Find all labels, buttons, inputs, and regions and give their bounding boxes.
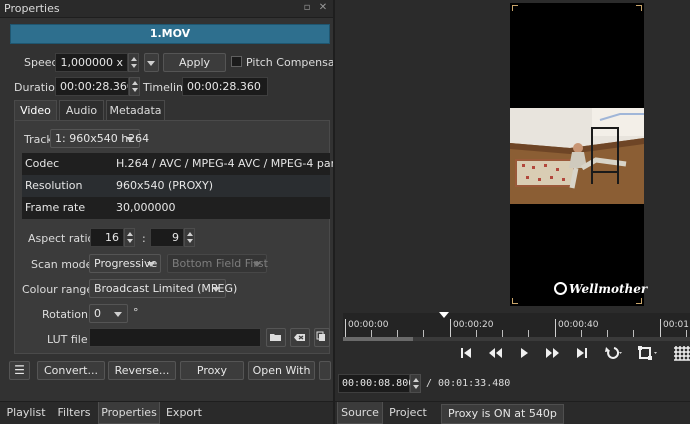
- info-key: Frame rate: [25, 201, 86, 214]
- scrollbar-thumb[interactable]: [343, 337, 413, 341]
- aspect-ratio-label: Aspect ratio: [28, 232, 95, 245]
- rotation-label: Rotation: [42, 308, 89, 321]
- rotation-value: 0: [94, 307, 101, 320]
- track-value: 1: 960x540 h264: [55, 132, 150, 145]
- position-spinner[interactable]: [410, 374, 421, 393]
- rewind-icon[interactable]: [485, 344, 505, 362]
- apply-button[interactable]: Apply: [163, 53, 226, 72]
- more-actions-button[interactable]: [319, 361, 331, 380]
- tab-playlist[interactable]: Playlist: [3, 402, 49, 424]
- copy-icon[interactable]: [314, 328, 330, 347]
- panel-title: Properties: [4, 2, 60, 15]
- info-value: 30,000000: [116, 201, 176, 214]
- lut-file-label: LUT file: [47, 333, 88, 346]
- pitch-compensation-checkbox[interactable]: [231, 56, 242, 67]
- aspect-height-input[interactable]: 9: [150, 228, 184, 247]
- track-label: Track: [24, 133, 53, 146]
- tab-properties[interactable]: Properties: [98, 402, 160, 424]
- speed-input[interactable]: 1,000000 x: [55, 53, 128, 72]
- tab-filters[interactable]: Filters: [52, 402, 96, 424]
- skip-previous-icon[interactable]: [456, 344, 476, 362]
- aspect-separator: :: [142, 232, 146, 245]
- tab-video[interactable]: Video: [14, 100, 57, 121]
- info-key: Codec: [25, 157, 60, 170]
- properties-panel: Properties ▫ ✕ 1.MOV Speed 1,000000 x Ap…: [0, 0, 357, 424]
- convert-button[interactable]: Convert...: [37, 361, 105, 380]
- fast-forward-icon[interactable]: [543, 344, 563, 362]
- properties-titlebar: Properties ▫ ✕: [0, 0, 333, 18]
- timeline-label: 00:00:40: [558, 320, 599, 330]
- total-duration-label: / 00:01:33.480: [426, 378, 511, 389]
- rotation-unit: °: [133, 306, 139, 319]
- info-value: 960x540 (PROXY): [116, 179, 214, 192]
- tab-project[interactable]: Project: [385, 402, 431, 424]
- media-info-table: Codec H.264 / AVC / MPEG-4 AVC / MPEG-4 p…: [22, 153, 357, 219]
- aspect-width-spinner[interactable]: [124, 228, 135, 247]
- tab-source[interactable]: Source: [337, 402, 383, 424]
- rotation-dropdown[interactable]: 0: [89, 304, 128, 323]
- left-dock-tabs: Playlist Filters Properties Export: [0, 401, 333, 424]
- menu-icon[interactable]: ☰: [9, 361, 30, 380]
- duration-spinner[interactable]: [129, 77, 140, 96]
- clip-name-bar: 1.MOV: [10, 24, 330, 44]
- info-key: Resolution: [25, 179, 83, 192]
- tab-metadata[interactable]: Metadata: [106, 100, 165, 121]
- colour-range-dropdown[interactable]: Broadcast Limited (MPEG): [89, 279, 237, 298]
- aspect-height-spinner[interactable]: [184, 228, 195, 247]
- table-row: Resolution 960x540 (PROXY): [22, 175, 330, 197]
- track-dropdown[interactable]: 1: 960x540 h264: [50, 129, 149, 148]
- video-preview: Wellmother: [510, 3, 647, 306]
- video-frame-image: [510, 108, 644, 204]
- duration-input[interactable]: 00:00:28.360: [55, 77, 129, 96]
- watermark-text: Wellmother: [569, 282, 648, 296]
- info-value: H.264 / AVC / MPEG-4 AVC / MPEG-4 part 1…: [116, 157, 357, 170]
- aspect-width-input[interactable]: 16: [90, 228, 124, 247]
- timeline-label: 00:00:00: [348, 320, 389, 330]
- play-icon[interactable]: [514, 344, 534, 362]
- loop-icon[interactable]: [601, 344, 625, 362]
- scan-mode-label: Scan mode: [31, 258, 93, 271]
- clear-icon[interactable]: [290, 328, 310, 347]
- player-tabs: Source Project Proxy is ON at 540p: [335, 401, 690, 424]
- open-with-button[interactable]: Open With: [248, 361, 315, 380]
- float-icon[interactable]: ▫: [301, 2, 313, 14]
- zoom-icon[interactable]: [635, 344, 661, 362]
- proxy-status-badge: Proxy is ON at 540p: [441, 404, 564, 424]
- field-order-dropdown: Bottom Field First: [167, 254, 268, 273]
- table-row: Frame rate 30,000000: [22, 197, 330, 219]
- speed-preset-dropdown[interactable]: [144, 53, 159, 72]
- current-position-field[interactable]: 00:00:08.800: [338, 374, 414, 393]
- scan-mode-dropdown[interactable]: Progressive: [89, 254, 161, 273]
- open-folder-icon[interactable]: [266, 328, 286, 347]
- skip-next-icon[interactable]: [572, 344, 592, 362]
- grid-icon[interactable]: [672, 344, 690, 362]
- tab-export[interactable]: Export: [162, 402, 206, 424]
- playhead[interactable]: [439, 312, 449, 318]
- timeline-label: 00:01: [663, 320, 689, 330]
- proxy-button[interactable]: Proxy: [180, 361, 244, 380]
- watermark-logo: Wellmother: [554, 282, 647, 296]
- speed-label: Speed: [24, 56, 59, 69]
- timeline-duration-field: 00:00:28.360: [182, 77, 268, 96]
- timeline-ruler[interactable]: 00:00:00 00:00:20 00:00:40 00:01: [343, 312, 690, 337]
- speed-spinner[interactable]: [128, 53, 139, 72]
- player-panel: Wellmother 00:00:00 00:00:20 00:00:40 00…: [335, 0, 690, 424]
- colour-range-label: Colour range: [22, 283, 94, 296]
- timeline-scrollbar[interactable]: [343, 337, 690, 341]
- lut-file-input[interactable]: [89, 328, 261, 347]
- reverse-button[interactable]: Reverse...: [108, 361, 176, 380]
- table-row: Codec H.264 / AVC / MPEG-4 AVC / MPEG-4 p…: [22, 153, 357, 175]
- timeline-label: 00:00:20: [453, 320, 494, 330]
- tab-audio[interactable]: Audio: [59, 100, 104, 121]
- close-icon[interactable]: ✕: [317, 2, 329, 14]
